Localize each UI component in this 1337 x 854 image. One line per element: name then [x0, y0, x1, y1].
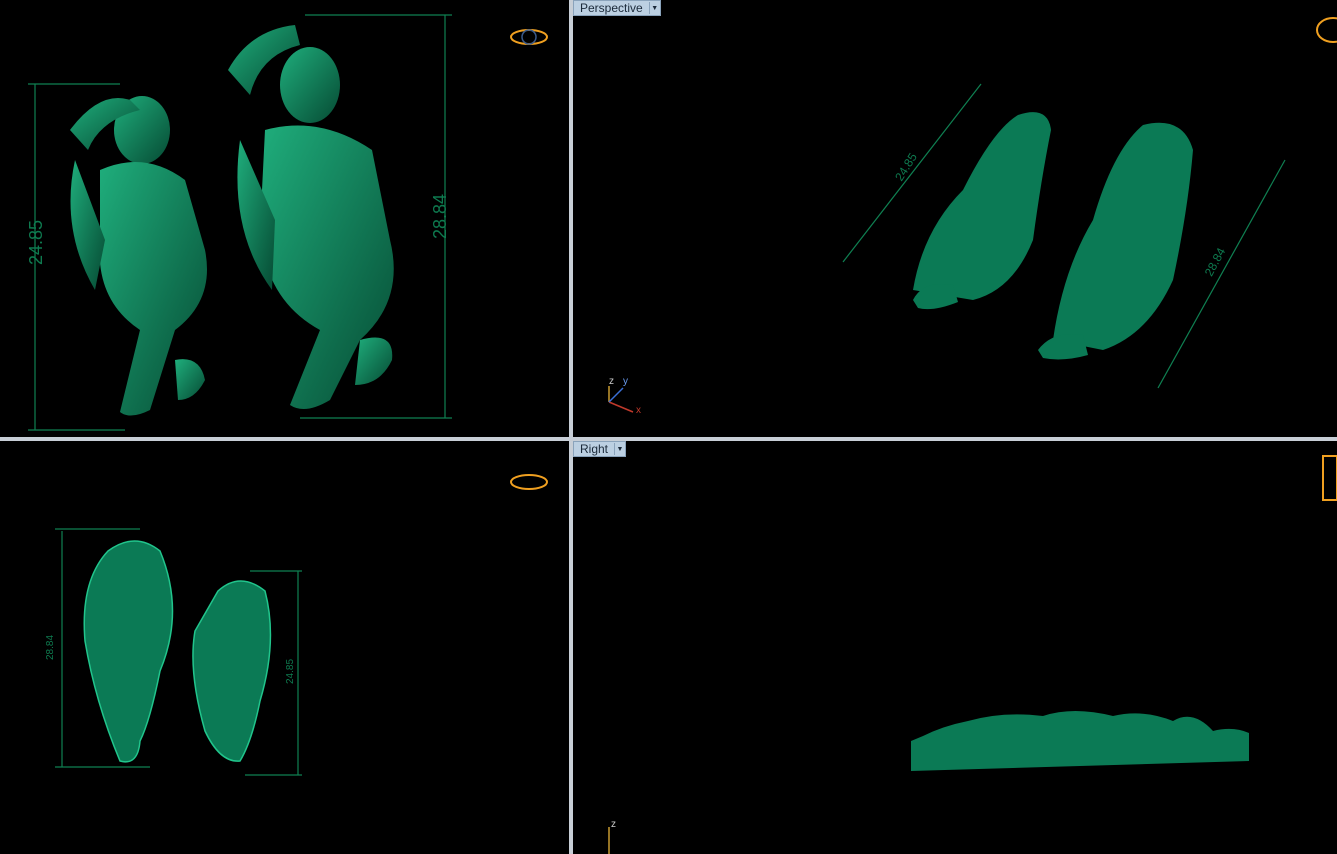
figure-outline-large[interactable]	[83, 540, 174, 763]
front-view-canvas	[55, 474, 548, 776]
axis-label-x: x	[636, 405, 641, 416]
axis-label-z: z	[609, 376, 614, 387]
figure-reclined-large[interactable]	[1038, 122, 1193, 360]
gumball-icon[interactable]	[510, 29, 548, 45]
figure-reclined-small[interactable]	[913, 112, 1051, 310]
viewport-divider-horizontal[interactable]	[0, 437, 1337, 441]
dimension-label: 24.85	[26, 219, 47, 266]
axis-label-y: y	[623, 376, 628, 387]
axis-label-z: z	[611, 819, 616, 830]
gumball-icon[interactable]	[1322, 455, 1337, 501]
gumball-icon[interactable]	[510, 474, 548, 490]
gumball-icon[interactable]	[1316, 17, 1337, 43]
figure-small[interactable]	[70, 96, 207, 416]
dimension-label: 28.84	[430, 193, 451, 240]
model-side-profile[interactable]	[911, 711, 1249, 771]
figure-outline-small[interactable]	[192, 580, 272, 762]
figure-large[interactable]	[228, 25, 394, 409]
perspective-canvas	[608, 17, 1337, 413]
dimension-label: 24.85	[285, 658, 297, 685]
viewport-divider-vertical[interactable]	[569, 0, 573, 854]
viewport-top[interactable]: 24.85 28.84	[0, 0, 569, 437]
right-view-canvas	[608, 455, 1337, 854]
top-view-canvas	[28, 14, 548, 431]
viewport-perspective[interactable]: Perspective ▼ 24.85 28.84 z y x	[573, 0, 1337, 437]
viewport-right[interactable]: Right ▼ z	[573, 441, 1337, 854]
axis-indicator	[608, 386, 634, 413]
viewport-front[interactable]: 28.84 24.85	[0, 441, 569, 854]
dimension-label: 28.84	[45, 634, 57, 661]
